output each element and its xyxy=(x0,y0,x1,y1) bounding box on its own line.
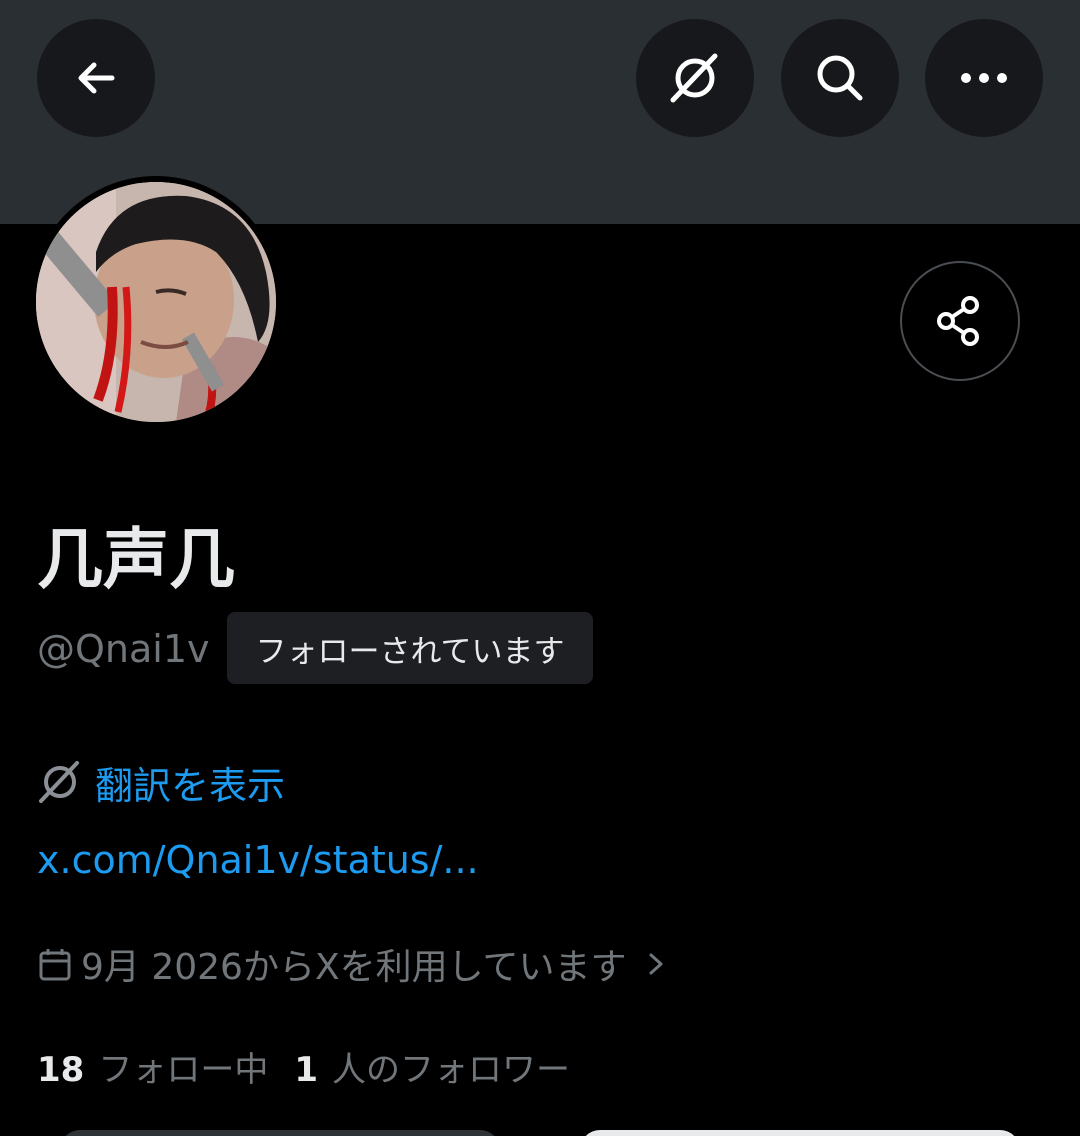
translate-bio-link[interactable]: 翻訳を表示 xyxy=(95,755,285,810)
following-stat[interactable]: 18 フォロー中 xyxy=(37,1042,268,1091)
secondary-action-button[interactable] xyxy=(60,1130,500,1136)
share-profile-button[interactable] xyxy=(900,261,1020,381)
share-icon xyxy=(937,296,979,346)
user-handle: @Qnai1v xyxy=(37,627,210,671)
profile-page: 几声几 @Qnai1v フォローされています 翻訳を表示 x.com/Qnai1… xyxy=(0,0,1080,1136)
primary-action-button[interactable] xyxy=(580,1130,1020,1136)
display-name: 几声几 xyxy=(37,521,235,598)
calendar-icon xyxy=(39,949,71,981)
joined-date-text: 9月 2026からXを利用しています xyxy=(81,947,627,988)
chevron-right-icon xyxy=(649,953,663,975)
followers-count: 1 xyxy=(294,1050,318,1090)
more-options-button[interactable] xyxy=(925,19,1043,137)
search-icon xyxy=(817,55,863,101)
follows-you-badge: フォローされています xyxy=(227,612,593,684)
avatar-frame xyxy=(30,176,282,428)
following-count: 18 xyxy=(37,1050,85,1090)
more-horizontal-icon xyxy=(961,73,1007,83)
arrow-left-icon xyxy=(78,62,115,94)
back-button[interactable] xyxy=(37,19,155,137)
joined-date-row[interactable]: 9月 2026からXを利用しています xyxy=(37,936,667,992)
translate-slash-icon xyxy=(39,761,79,803)
translate-slash-icon xyxy=(670,53,718,103)
followers-stat[interactable]: 1 人のフォロワー xyxy=(294,1042,570,1091)
followers-label: 人のフォロワー xyxy=(332,1050,570,1090)
follow-stats: 18 フォロー中 1 人のフォロワー xyxy=(37,1042,570,1098)
avatar-image xyxy=(36,182,276,422)
search-button[interactable] xyxy=(781,19,899,137)
following-label: フォロー中 xyxy=(98,1050,269,1090)
translate-bio-row[interactable]: 翻訳を表示 xyxy=(37,752,285,812)
translate-button[interactable] xyxy=(636,19,754,137)
avatar[interactable] xyxy=(36,182,276,422)
bio-link[interactable]: x.com/Qnai1v/status/... xyxy=(37,832,479,888)
